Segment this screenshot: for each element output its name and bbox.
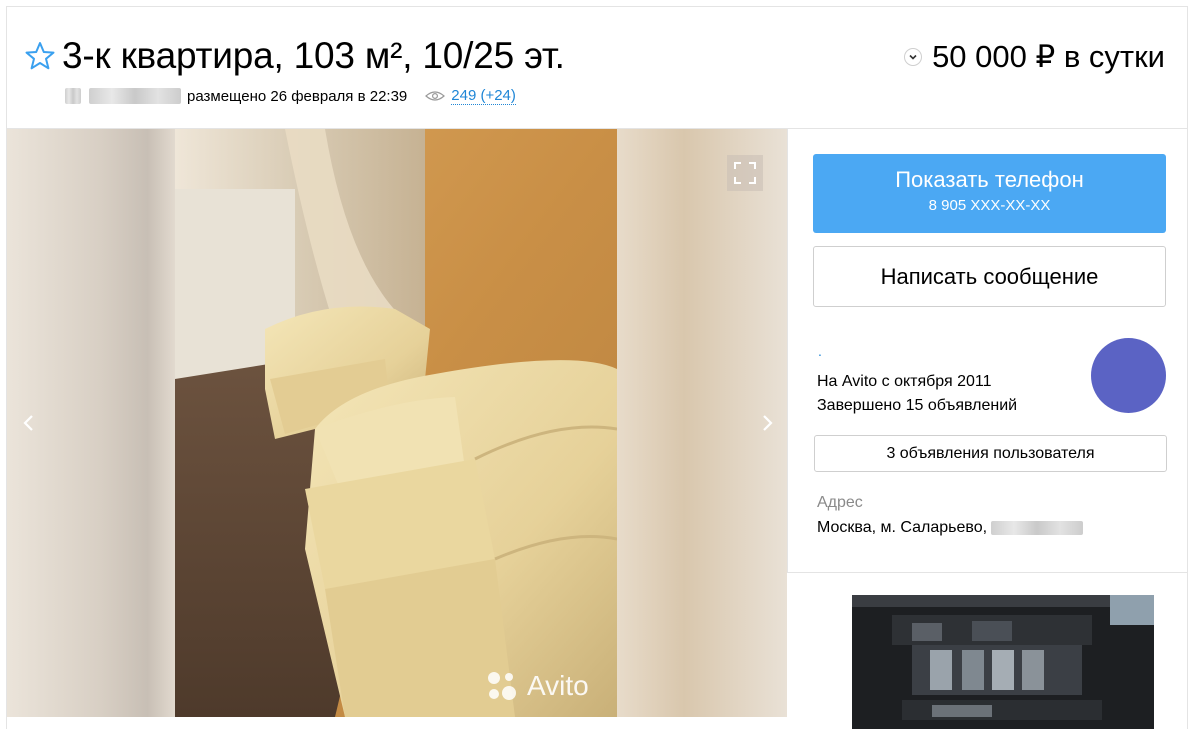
listing-title: 3-к квартира, 103 м², 10/25 эт. — [62, 35, 565, 76]
listing-price: 50 000 ₽ в сутки — [932, 39, 1165, 74]
phone-number-masked: 8 905 XXX-XX-XX — [928, 197, 1051, 214]
write-message-button[interactable]: Написать сообщение — [813, 246, 1166, 307]
room-photo-illustration — [175, 129, 617, 717]
price-block: 50 000 ₽ в сутки — [904, 39, 1165, 75]
photo-gallery: Avito — [7, 129, 787, 717]
pixelated-ad-image — [852, 595, 1154, 729]
next-photo-arrow-icon[interactable] — [755, 411, 779, 435]
avito-watermark: Avito — [485, 669, 589, 703]
show-phone-label: Показать телефон — [895, 167, 1084, 192]
ad-banner[interactable] — [852, 595, 1154, 729]
seller-avatar[interactable] — [1091, 338, 1166, 413]
eye-icon — [425, 91, 446, 101]
views-count[interactable]: 249 (+24) — [451, 87, 516, 105]
blurred-id — [65, 88, 81, 104]
contact-sidebar: Показать телефон 8 905 XXX-XX-XX Написат… — [787, 129, 1187, 573]
prev-photo-arrow-icon[interactable] — [17, 411, 41, 435]
blurred-address — [991, 521, 1084, 535]
address-value: Москва, м. Саларьево, — [817, 519, 1084, 537]
seller-name-link[interactable]: . — [818, 343, 822, 359]
seller-since: На Avito с октября 2011 — [817, 373, 992, 390]
show-phone-button[interactable]: Показать телефон 8 905 XXX-XX-XX — [813, 154, 1166, 233]
seller-completed-ads: Завершено 15 объявлений — [817, 397, 1018, 414]
avito-watermark-text: Avito — [527, 670, 589, 701]
avito-logo-icon — [488, 672, 516, 700]
seller-ads-button[interactable]: 3 объявления пользователя — [814, 435, 1167, 472]
address-text: Москва, м. Саларьево, — [817, 519, 988, 536]
favorite-star-icon[interactable] — [25, 41, 55, 71]
chevron-down-icon[interactable] — [904, 48, 923, 66]
listing-meta: размещено 26 февраля в 22:39 249 (+24) — [62, 87, 516, 105]
listing-header: 3-к квартира, 103 м², 10/25 эт. 50 000 ₽… — [7, 7, 1187, 129]
posted-date: размещено 26 февраля в 22:39 — [187, 87, 408, 105]
address-label: Адрес — [817, 494, 863, 511]
listing-page: 3-к квартира, 103 м², 10/25 эт. 50 000 ₽… — [6, 6, 1188, 729]
main-photo[interactable] — [175, 129, 617, 717]
blurred-id — [89, 88, 181, 104]
fullscreen-icon[interactable] — [727, 155, 763, 191]
